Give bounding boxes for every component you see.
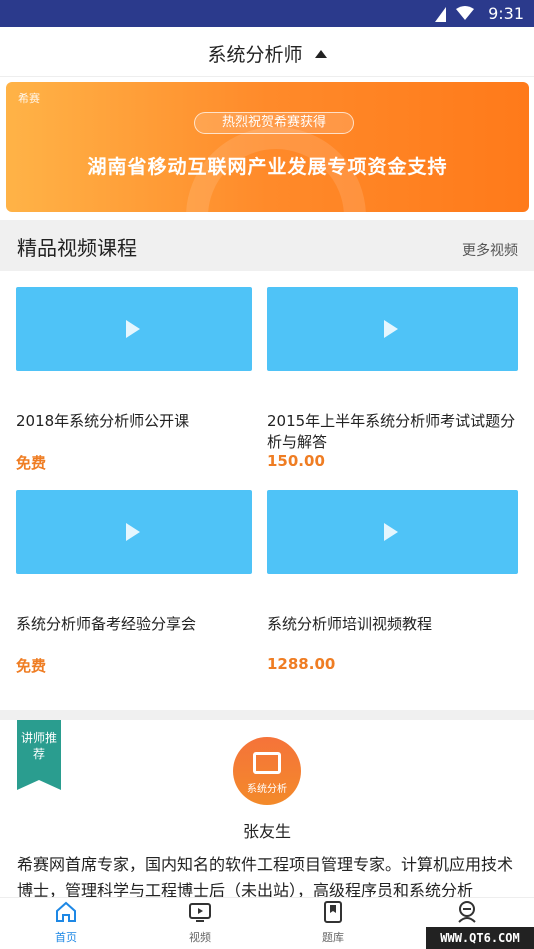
- course-price: 免费: [16, 454, 47, 472]
- course-thumbnail[interactable]: [16, 287, 252, 371]
- battery-icon: [435, 7, 446, 22]
- course-card[interactable]: 2015年上半年系统分析师考试试题分析与解答 150.00: [267, 287, 518, 470]
- teacher-name: 张友生: [242, 822, 291, 841]
- status-bar: 9:31: [0, 0, 534, 27]
- course-price: 1288.00: [267, 655, 336, 673]
- bookmark-icon: [324, 901, 342, 923]
- avatar-caption: 系统分析: [247, 784, 287, 795]
- course-title: 系统分析师培训视频教程: [267, 615, 433, 633]
- film-icon: [253, 752, 281, 774]
- teacher-description: 希赛网首席专家，国内知名的软件工程项目管理专家。计算机应用技术博士，管理科学与工…: [17, 855, 514, 900]
- teacher-ribbon: 讲师推荐: [17, 720, 61, 790]
- category-title: 系统分析师: [207, 44, 303, 66]
- promo-banner[interactable]: 希赛 热烈祝贺希赛获得 湖南省移动互联网产业发展专项资金支持: [6, 82, 529, 212]
- tab-label: 首页: [55, 931, 77, 944]
- home-icon: [56, 901, 76, 922]
- course-card[interactable]: 系统分析师培训视频教程 1288.00: [267, 490, 518, 673]
- section-divider: [0, 710, 534, 720]
- banner-pill: 热烈祝贺希赛获得: [194, 112, 354, 134]
- section-title: 精品视频课程: [17, 236, 137, 260]
- site-watermark: WWW.QT6.COM: [426, 927, 534, 949]
- course-thumbnail[interactable]: [16, 490, 252, 574]
- course-thumbnail[interactable]: [267, 490, 518, 574]
- more-videos-link[interactable]: 更多视频: [462, 240, 518, 260]
- tab-video[interactable]: 视频: [160, 900, 240, 945]
- course-thumbnail[interactable]: [267, 287, 518, 371]
- tab-home[interactable]: 首页: [26, 900, 106, 945]
- tab-label: 题库: [322, 931, 344, 944]
- tab-label: 视频: [189, 931, 211, 944]
- category-selector[interactable]: 系统分析师: [0, 40, 534, 67]
- wifi-icon: [456, 6, 474, 20]
- video-section-header: 精品视频课程 更多视频: [0, 220, 534, 271]
- tab-profile[interactable]: [427, 900, 507, 929]
- banner-logo: 希赛: [18, 92, 40, 105]
- status-time: 9:31: [488, 4, 524, 23]
- play-icon: [384, 320, 398, 338]
- course-title: 2015年上半年系统分析师考试试题分析与解答: [267, 412, 516, 451]
- play-icon: [126, 523, 140, 541]
- caret-up-icon: [314, 50, 327, 58]
- teacher-avatar[interactable]: 系统分析: [233, 737, 301, 805]
- banner-headline: 湖南省移动互联网产业发展专项资金支持: [87, 156, 448, 178]
- play-icon: [126, 320, 140, 338]
- course-title: 2018年系统分析师公开课: [16, 412, 190, 430]
- tab-question-bank[interactable]: 题库: [293, 900, 373, 945]
- course-price: 免费: [16, 657, 47, 675]
- top-bar: 系统分析师: [0, 27, 534, 77]
- user-icon: [458, 901, 476, 923]
- course-card[interactable]: 2018年系统分析师公开课 免费: [16, 287, 252, 472]
- course-card[interactable]: 系统分析师备考经验分享会 免费: [16, 490, 252, 675]
- play-icon: [384, 523, 398, 541]
- course-price: 150.00: [267, 452, 325, 470]
- tv-icon: [189, 903, 211, 922]
- course-title: 系统分析师备考经验分享会: [16, 615, 197, 633]
